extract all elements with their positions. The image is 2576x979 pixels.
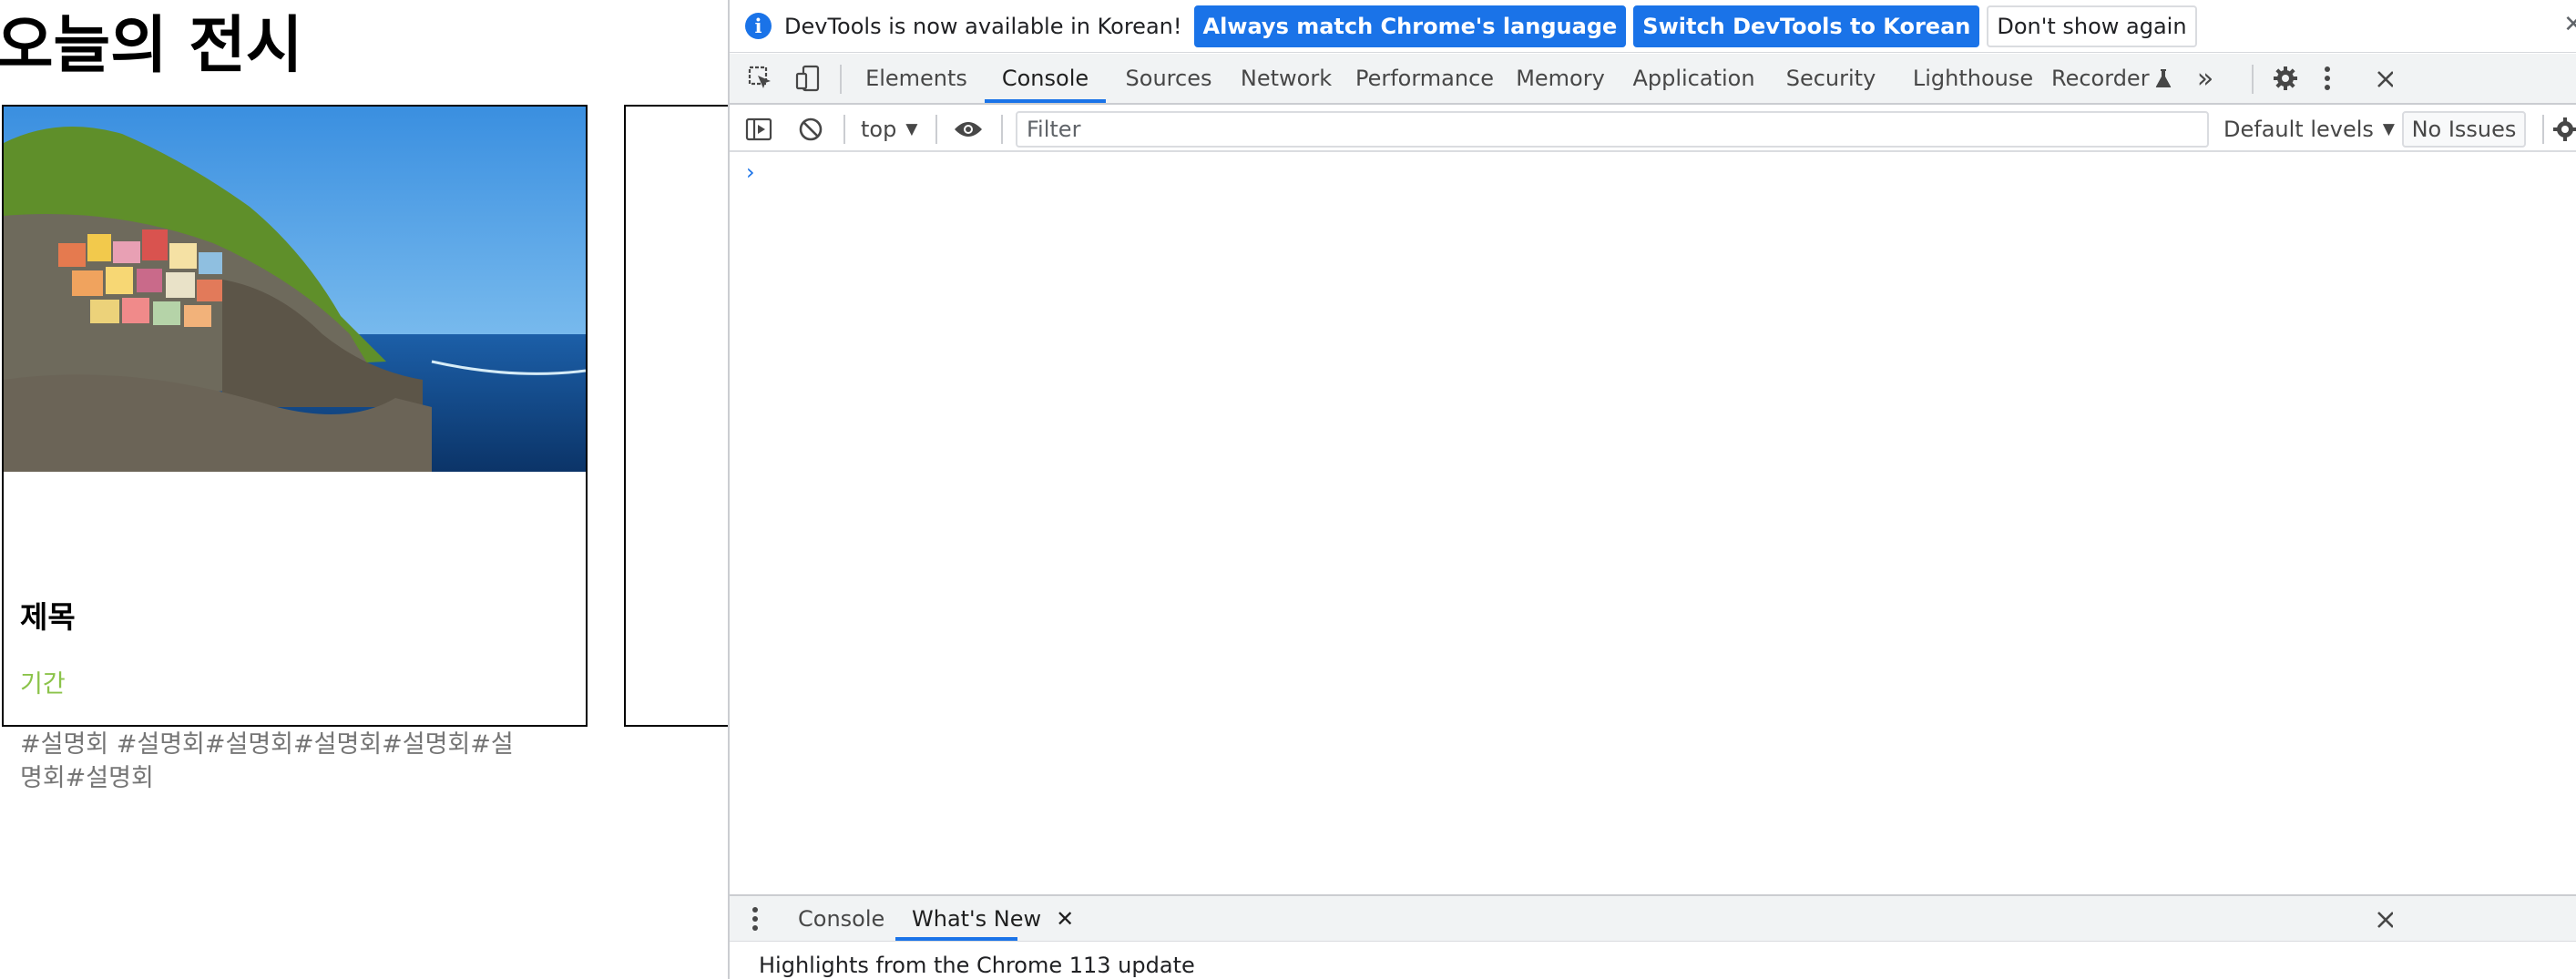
more-tabs-icon[interactable]: »: [2190, 54, 2221, 103]
close-devtools-icon[interactable]: [2375, 63, 2393, 94]
tab-sources[interactable]: Sources: [1118, 54, 1220, 103]
infobar-close-icon[interactable]: ✕: [2563, 11, 2576, 38]
tab-elements[interactable]: Elements: [860, 54, 973, 103]
drawer-active-tab-indicator: [895, 937, 1017, 941]
tab-security[interactable]: Security: [1776, 54, 1886, 103]
tabbar-separator: [840, 65, 842, 94]
whats-new-headline: Highlights from the Chrome 113 update: [759, 953, 1195, 978]
exhibition-card-partial[interactable]: [624, 105, 729, 727]
drawer-tab-whats-new[interactable]: What's New ✕: [912, 896, 1074, 942]
show-sidebar-icon[interactable]: [743, 114, 774, 145]
infobar-message: DevTools is now available in Korean!: [784, 13, 1182, 39]
card-period: 기간: [20, 670, 66, 699]
console-settings-gear-icon[interactable]: [2550, 114, 2576, 145]
page-title: 오늘의 전시: [0, 10, 303, 82]
card-tags: #설명회 #설명회#설명회#설명회#설명회#설명회#설명회: [20, 730, 514, 792]
dont-show-again-button[interactable]: Don't show again: [1987, 5, 2197, 47]
context-selector-label: top: [861, 117, 897, 142]
tab-performance[interactable]: Performance: [1352, 54, 1498, 103]
toolbar-separator: [2542, 115, 2544, 144]
issues-counter-button[interactable]: No Issues: [2402, 111, 2526, 148]
drawer-tab-whats-new-label: What's New: [912, 906, 1042, 932]
console-prompt[interactable]: ›: [746, 159, 755, 185]
device-toolbar-icon[interactable]: [792, 63, 823, 94]
toolbar-separator: [935, 115, 937, 144]
console-filter-input[interactable]: Filter: [1016, 111, 2209, 148]
card-image: [4, 107, 586, 472]
info-icon: i: [745, 13, 772, 39]
log-levels-label: Default levels: [2223, 117, 2374, 142]
filter-placeholder: Filter: [1027, 117, 1081, 142]
toolbar-separator: [843, 115, 845, 144]
tab-network[interactable]: Network: [1232, 54, 1340, 103]
chevron-down-icon: ▼: [2382, 120, 2395, 138]
exhibition-card[interactable]: 제목 기간 #설명회 #설명회#설명회#설명회#설명회#설명회#설명회: [2, 105, 588, 792]
inspect-element-icon[interactable]: [745, 63, 776, 94]
experimental-flask-icon: [2155, 69, 2171, 87]
language-infobar: i DevTools is now available in Korean! A…: [730, 0, 2576, 53]
tab-console[interactable]: Console: [985, 54, 1106, 103]
active-tab-indicator: [985, 99, 1106, 103]
close-tab-icon[interactable]: ✕: [1056, 906, 1074, 932]
devtools-tabbar: Elements Console Sources Network Perform…: [730, 54, 2576, 105]
devtools-panel: i DevTools is now available in Korean! A…: [728, 0, 2576, 979]
clear-console-icon[interactable]: [795, 114, 826, 145]
tabbar-separator: [2252, 65, 2254, 94]
toolbar-separator: [1001, 115, 1003, 144]
tab-memory[interactable]: Memory: [1509, 54, 1611, 103]
more-options-kebab-icon[interactable]: [2312, 63, 2343, 94]
tab-recorder[interactable]: Recorder: [2051, 54, 2173, 103]
web-page: 오늘의 전시 제목 기간 #설명회 #설명회#설명회#설명회#설명회#설명회#설…: [0, 0, 729, 979]
context-selector[interactable]: top ▼: [861, 114, 917, 145]
chevron-down-icon: ▼: [905, 120, 918, 138]
drawer-tabbar: Console What's New ✕: [730, 894, 2576, 942]
switch-to-korean-button[interactable]: Switch DevTools to Korean: [1633, 5, 1980, 47]
settings-gear-icon[interactable]: [2270, 63, 2301, 94]
drawer-tab-console[interactable]: Console: [798, 896, 884, 942]
tab-application[interactable]: Application: [1623, 54, 1764, 103]
tab-lighthouse[interactable]: Lighthouse: [1905, 54, 2041, 103]
card-title: 제목: [20, 599, 76, 635]
log-levels-dropdown[interactable]: Default levels ▼: [2223, 114, 2395, 145]
console-toolbar: top ▼ Filter Default levels ▼ No Issues: [730, 107, 2576, 152]
live-expression-eye-icon[interactable]: [953, 114, 984, 145]
drawer-menu-kebab-icon[interactable]: [746, 903, 764, 934]
match-language-button[interactable]: Always match Chrome's language: [1193, 5, 1627, 47]
tab-recorder-label: Recorder: [2051, 66, 2150, 91]
close-drawer-icon[interactable]: [2375, 903, 2393, 934]
